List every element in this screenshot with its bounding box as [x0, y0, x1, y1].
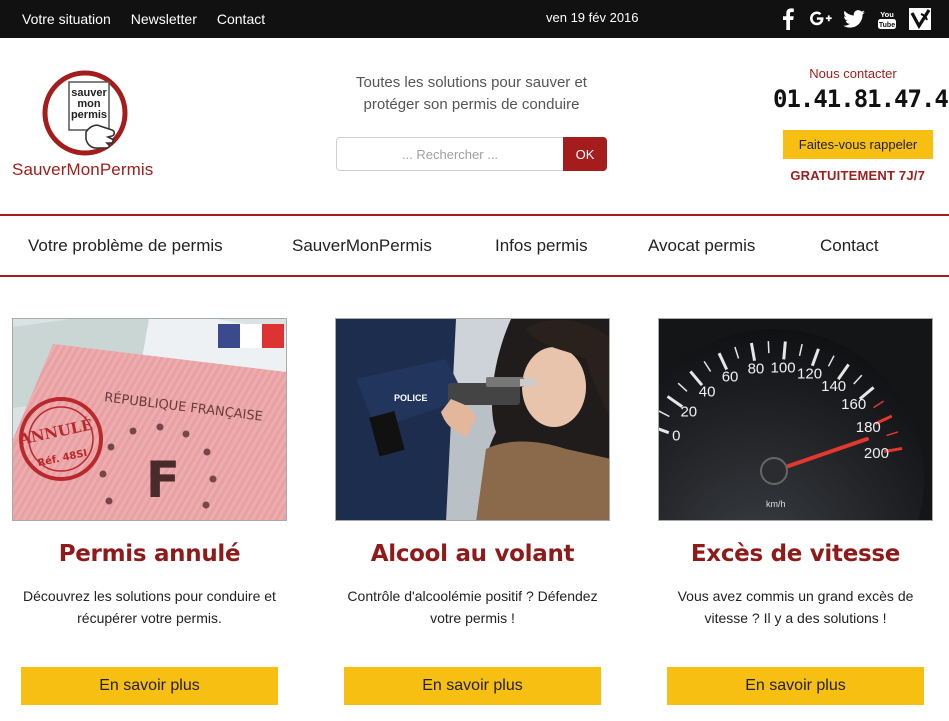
card-permis-annule: RÉPUBLIQUE FRANÇAISE ANNULÉ Réf. 48SI F …: [12, 318, 287, 705]
card-description: Contrôle d'alcoolémie positif ? Défendez…: [347, 588, 598, 626]
top-bar: Votre situation Newsletter Contact ven 1…: [0, 0, 949, 38]
learn-more-button[interactable]: En savoir plus: [667, 667, 924, 705]
contact-label: Nous contacter: [809, 66, 897, 81]
nav-item-infos[interactable]: Infos permis: [495, 216, 588, 275]
card-title: Alcool au volant: [370, 541, 575, 567]
nav-item-contact[interactable]: Contact: [820, 216, 879, 275]
search-submit-button[interactable]: OK: [563, 137, 607, 171]
facebook-icon[interactable]: [777, 8, 799, 30]
phone-number[interactable]: 01.41.81.47.46: [773, 85, 949, 113]
nav-item-avocat[interactable]: Avocat permis: [648, 216, 755, 275]
card-title: Permis annulé: [58, 541, 241, 567]
main-nav: Votre problème de permis SauverMonPermis…: [0, 214, 949, 277]
license-letter: F: [146, 451, 180, 509]
speedo-unit: km/h: [766, 499, 786, 509]
speedo-label: 200: [864, 445, 889, 462]
top-link-situation[interactable]: Votre situation: [22, 11, 111, 27]
site-logo[interactable]: sauver mon permis SauverMonPermis: [12, 70, 172, 182]
speedo-label: 80: [748, 361, 765, 378]
google-plus-icon[interactable]: [810, 8, 832, 30]
police-label: POLICE: [394, 393, 428, 403]
search-input[interactable]: [336, 137, 563, 171]
social-links: You Tube: [777, 0, 931, 38]
logo-text: SauverMonPermis: [12, 160, 154, 179]
card-exces-vitesse: 0 20 40 60 80 100 120 140 160 180 200 km/h Excès d…: [658, 318, 933, 705]
site-tagline: Toutes les solutions pour sauver et prot…: [356, 74, 587, 113]
logo-card-line-3: permis: [71, 109, 107, 121]
viadeo-icon[interactable]: [909, 8, 931, 30]
card-alcool-volant: POLICE Alcool au volant Contrôle d'alcoo…: [335, 318, 610, 705]
nav-item-sauvermonpermis[interactable]: SauverMonPermis: [292, 216, 432, 275]
speedo-label: 140: [821, 378, 846, 395]
card-title: Excès de vitesse: [690, 541, 901, 567]
youtube-icon[interactable]: You Tube: [876, 8, 898, 30]
speedo-tick: [782, 341, 787, 360]
free-label: GRATUITEMENT 7J/7: [790, 168, 925, 183]
speedo-label: 60: [722, 369, 739, 386]
top-link-contact[interactable]: Contact: [217, 11, 265, 27]
svg-text:You: You: [880, 10, 894, 19]
top-links: Votre situation Newsletter Contact: [22, 0, 265, 38]
top-link-newsletter[interactable]: Newsletter: [131, 11, 197, 27]
card-description: Découvrez les solutions pour conduire et…: [23, 588, 276, 626]
twitter-icon[interactable]: [843, 8, 865, 30]
card-description: Vous avez commis un grand excès de vites…: [677, 588, 914, 626]
speedo-label: 120: [797, 365, 822, 382]
speedo-label: 180: [856, 419, 881, 436]
speedo-label: 100: [771, 359, 796, 376]
speedo-tick: [767, 341, 770, 354]
speedo-label: 20: [680, 403, 697, 420]
nav-item-probleme[interactable]: Votre problème de permis: [28, 216, 223, 275]
breathalyzer-test-image[interactable]: POLICE: [335, 318, 610, 521]
speedo-label: 40: [699, 383, 716, 400]
svg-text:Tube: Tube: [879, 22, 895, 29]
speedo-label: 160: [841, 396, 866, 413]
contact-block: Nous contacter 01.41.81.47.46: [773, 66, 949, 113]
speedo-label: 0: [672, 427, 680, 444]
callback-button[interactable]: Faites-vous rappeler: [783, 130, 933, 159]
speedometer-image[interactable]: 0 20 40 60 80 100 120 140 160 180 200 km/h: [658, 318, 933, 521]
search-form: OK: [336, 137, 607, 171]
learn-more-button[interactable]: En savoir plus: [344, 667, 601, 705]
cancelled-license-image[interactable]: RÉPUBLIQUE FRANÇAISE ANNULÉ Réf. 48SI F: [12, 318, 287, 521]
learn-more-button[interactable]: En savoir plus: [21, 667, 278, 705]
current-date: ven 19 fév 2016: [546, 10, 639, 25]
